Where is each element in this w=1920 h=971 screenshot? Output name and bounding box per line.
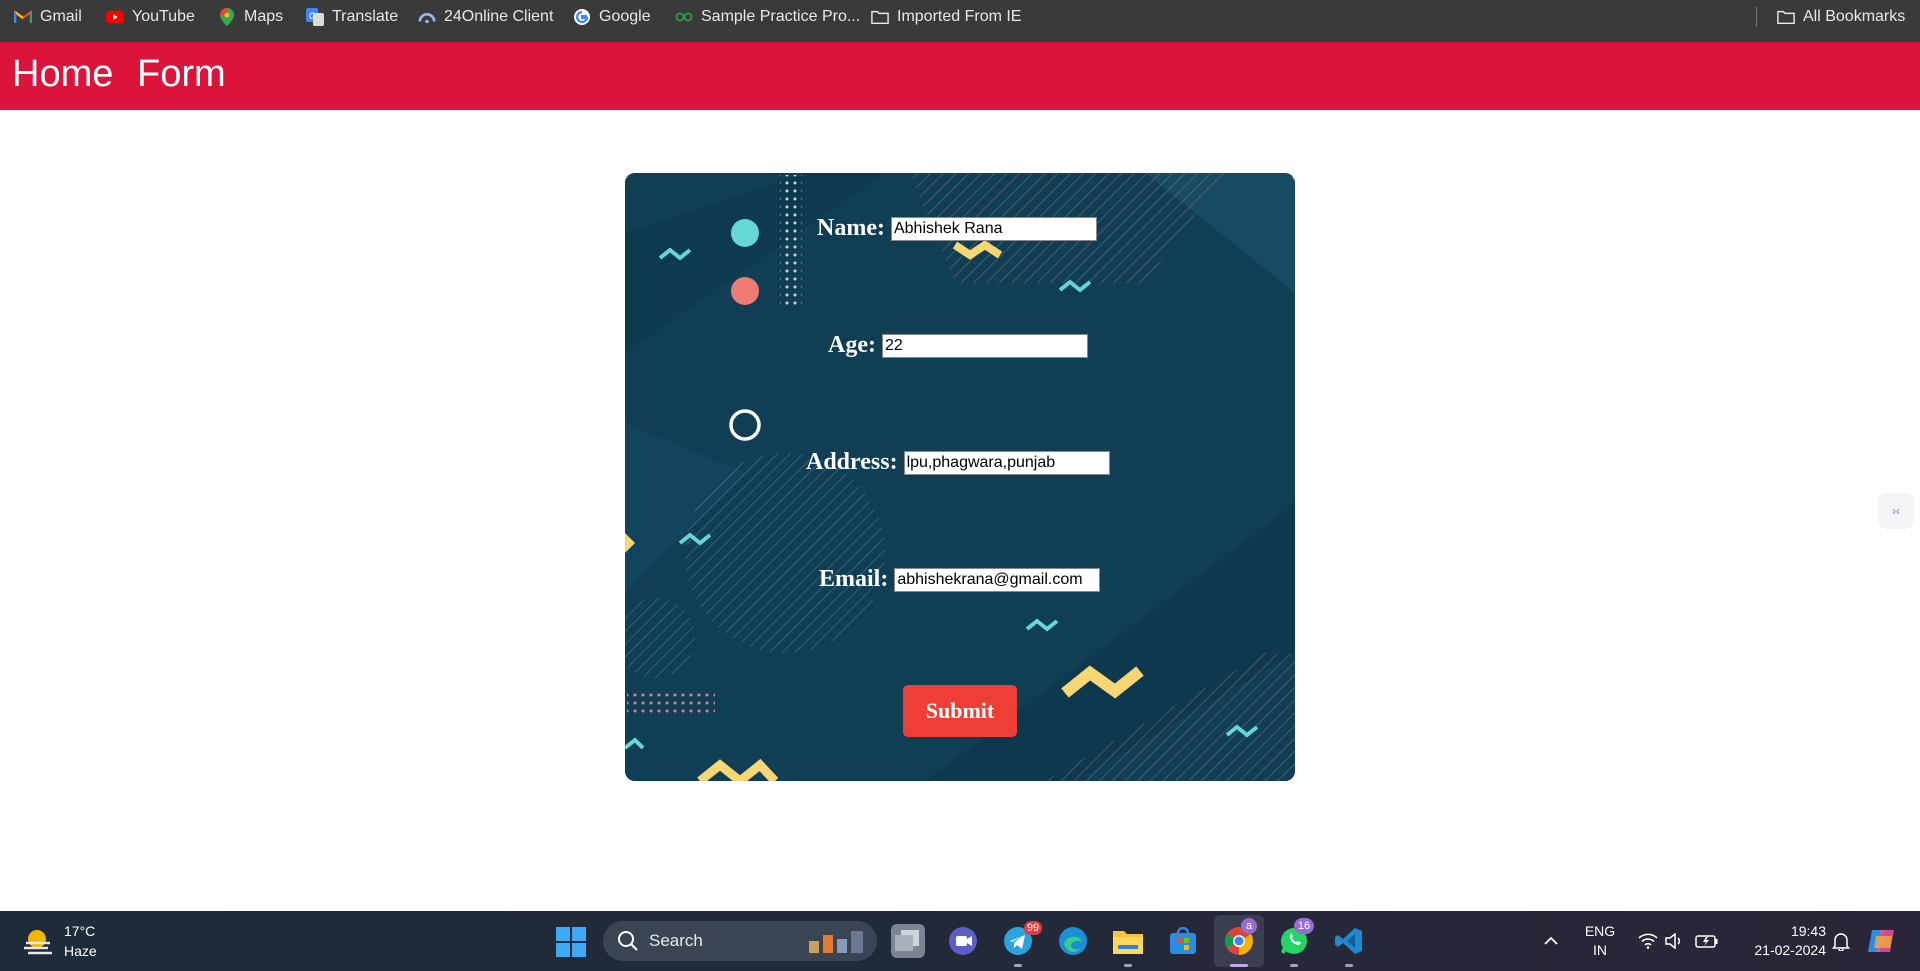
bookmark-maps[interactable]: Maps — [218, 0, 283, 33]
bookmark-translate[interactable]: G Translate — [306, 0, 398, 33]
wifi-icon[interactable] — [1636, 924, 1660, 958]
email-field-row: Email: — [819, 566, 1101, 593]
clock-time: 19:43 — [1790, 923, 1826, 939]
clock-date: 21-02-2024 — [1754, 942, 1826, 958]
taskbar-search[interactable]: Search — [603, 921, 877, 961]
region-code: IN — [1593, 942, 1607, 958]
bookmark-youtube[interactable]: YouTube — [106, 0, 195, 33]
address-field-row: Address: — [806, 449, 1110, 476]
bookmark-label: Sample Practice Pro... — [701, 7, 861, 25]
battery-charging-icon[interactable] — [1694, 924, 1720, 958]
translate-icon: G — [306, 7, 324, 26]
edge-browser-icon[interactable] — [1056, 924, 1090, 958]
bookmark-practice[interactable]: Sample Practice Pro... — [675, 0, 860, 33]
all-bookmarks-button[interactable]: All Bookmarks — [1777, 0, 1905, 33]
windows-start-icon[interactable] — [556, 927, 586, 957]
side-panel-toggle[interactable]: ›‹ — [1878, 493, 1914, 529]
side-panel-icon: ›‹ — [1892, 504, 1900, 518]
bookmark-label: Google — [599, 7, 651, 25]
folder-icon — [1777, 8, 1795, 26]
bookmarks-divider — [1756, 7, 1757, 27]
microsoft-store-icon[interactable] — [1166, 924, 1200, 958]
bookmark-label: Imported From IE — [897, 7, 1022, 25]
weather-description: Haze — [64, 943, 97, 959]
haze-weather-icon — [24, 930, 52, 955]
age-input[interactable] — [881, 333, 1088, 358]
bookmark-label: Translate — [332, 7, 399, 25]
notifications-icon[interactable] — [1828, 924, 1854, 958]
bookmark-label: 24Online Client — [444, 7, 554, 25]
chevron-up-icon[interactable] — [1536, 924, 1566, 958]
windows-taskbar: 17°C Haze Search 99 a 16 ENG IN 19:43 21… — [0, 911, 1920, 971]
nav-home-link[interactable]: Home — [12, 52, 113, 98]
bookmark-label: Gmail — [40, 7, 82, 25]
explorer-running-indicator — [1124, 964, 1132, 967]
whatsapp-running-indicator — [1290, 964, 1298, 967]
nav-form-link[interactable]: Form — [137, 52, 226, 98]
bookmark-label: YouTube — [132, 7, 195, 25]
email-input[interactable] — [894, 567, 1101, 592]
file-explorer-icon[interactable] — [1111, 924, 1145, 958]
copilot-icon[interactable] — [1864, 924, 1898, 958]
bookmark-google[interactable]: Google — [573, 0, 651, 33]
bookmark-label: Maps — [244, 7, 284, 25]
language-indicator[interactable]: ENG IN — [1580, 922, 1620, 960]
chrome-profile-badge: a — [1241, 918, 1257, 934]
submit-button[interactable]: Submit — [903, 685, 1017, 737]
form-card: Name: Age: Address: Email: Submit — [625, 173, 1295, 781]
bookmark-imported-folder[interactable]: Imported From IE — [871, 0, 1021, 33]
email-label: Email: — [819, 566, 889, 592]
task-view-icon[interactable] — [891, 924, 925, 958]
teams-chat-icon[interactable] — [946, 924, 980, 958]
address-input[interactable] — [903, 450, 1110, 475]
age-field-row: Age: — [828, 332, 1088, 359]
all-bookmarks-label: All Bookmarks — [1803, 7, 1906, 25]
youtube-icon — [106, 8, 124, 26]
bookmarks-bar: Gmail YouTube Maps G Translate 24Online … — [0, 0, 1920, 42]
vscode-running-indicator — [1345, 964, 1353, 967]
practice-icon — [675, 8, 693, 26]
svg-text:G: G — [309, 11, 316, 21]
weather-temperature: 17°C — [64, 923, 96, 939]
gmail-icon — [14, 8, 32, 26]
name-input[interactable] — [890, 216, 1097, 241]
app-navbar: Home Form — [0, 42, 1920, 110]
name-field-row: Name: — [817, 215, 1097, 242]
whatsapp-badge: 16 — [1294, 918, 1314, 934]
address-label: Address: — [806, 449, 898, 475]
google-icon — [573, 8, 591, 26]
chrome-active-indicator — [1230, 964, 1248, 967]
volume-icon[interactable] — [1662, 924, 1686, 958]
search-highlight-illustration-icon — [809, 931, 863, 953]
clock[interactable]: 19:43 21-02-2024 — [1726, 922, 1826, 960]
folder-icon — [871, 8, 889, 26]
age-label: Age: — [828, 332, 876, 358]
telegram-running-indicator — [1014, 964, 1022, 967]
telegram-badge: 99 — [1024, 921, 1042, 935]
vscode-icon[interactable] — [1332, 924, 1366, 958]
24online-icon — [418, 8, 436, 26]
search-icon — [618, 931, 638, 951]
weather-widget[interactable]: 17°C Haze — [22, 921, 97, 961]
bookmark-24online[interactable]: 24Online Client — [418, 0, 553, 33]
bookmark-gmail[interactable]: Gmail — [14, 0, 82, 33]
name-label: Name: — [817, 215, 885, 241]
language-code: ENG — [1584, 923, 1616, 939]
search-label: Search — [649, 931, 703, 950]
maps-icon — [218, 7, 236, 26]
